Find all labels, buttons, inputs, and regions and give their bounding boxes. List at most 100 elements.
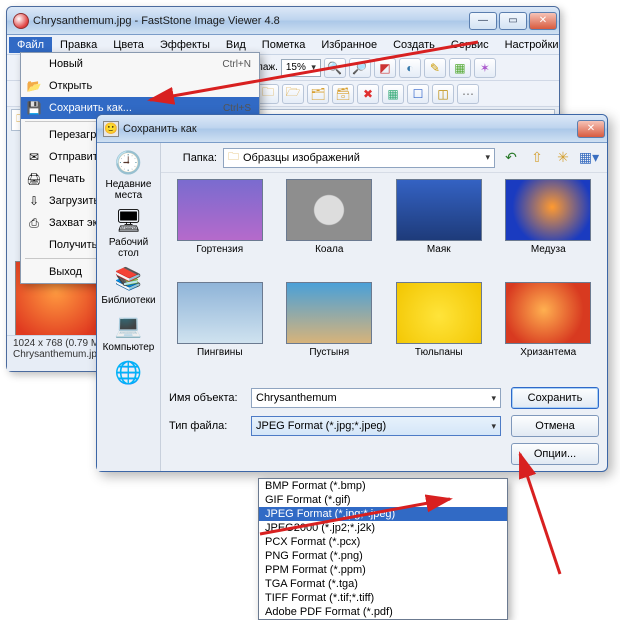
menu-file[interactable]: Файл <box>9 37 52 53</box>
gallery-item[interactable]: Маяк <box>388 179 490 278</box>
tool-icon[interactable]: ☐ <box>407 84 429 104</box>
maximize-button[interactable]: ▭ <box>499 12 527 30</box>
menu-item-icon: 📂 <box>25 78 43 94</box>
menu-item-shortcut: Ctrl+N <box>222 59 251 70</box>
menu-create[interactable]: Создать <box>385 37 443 53</box>
gallery-item[interactable]: Хризантема <box>498 282 600 381</box>
format-option[interactable]: PNG Format (*.png) <box>259 549 507 563</box>
gallery-item[interactable]: Гортензия <box>169 179 271 278</box>
thumbnail-image <box>177 179 263 241</box>
place-label: Рабочий стол <box>99 237 158 259</box>
filetype-combo[interactable]: JPEG Format (*.jpg;*.jpeg) ▾ <box>251 416 501 436</box>
thumbnail-label: Медуза <box>531 244 566 255</box>
filename-input[interactable]: Chrysanthemum ▾ <box>251 388 501 408</box>
place-icon: 🌐 <box>113 359 145 387</box>
app-icon <box>13 13 29 29</box>
zoom-in-icon[interactable]: 🔎 <box>349 58 371 78</box>
format-option[interactable]: TIFF Format (*.tif;*.tiff) <box>259 591 507 605</box>
thumbnail-image <box>286 179 372 241</box>
thumbnail-label: Тюльпаны <box>415 347 463 358</box>
gallery-item[interactable]: Тюльпаны <box>388 282 490 381</box>
filename-value: Chrysanthemum <box>256 392 337 404</box>
format-option[interactable]: JPEG2000 (*.jp2;*.j2k) <box>259 521 507 535</box>
place-label: Библиотеки <box>101 295 155 306</box>
places-item[interactable]: 📚 Библиотеки <box>101 265 155 306</box>
zoom-out-icon[interactable]: 🔍 <box>324 58 346 78</box>
tool-icon[interactable]: ✖ <box>357 84 379 104</box>
new-folder-icon[interactable]: ✳ <box>553 148 573 168</box>
back-icon[interactable]: ↶ <box>501 148 521 168</box>
tool-icon[interactable]: ✶ <box>474 58 496 78</box>
menu-item-label: Новый <box>49 58 216 70</box>
folder-combo[interactable]: 🗀 Образцы изображений ▾ <box>223 148 495 168</box>
tool-icon[interactable]: ▦ <box>449 58 471 78</box>
filetype-label: Тип файла: <box>169 420 241 432</box>
save-dialog-title: Сохранить как <box>123 123 573 135</box>
save-dialog-titlebar: 🙂 Сохранить как ✕ <box>97 115 607 143</box>
close-button[interactable]: ✕ <box>529 12 557 30</box>
menu-item-icon: 💾 <box>25 100 43 116</box>
tool-icon[interactable]: ◫ <box>432 84 454 104</box>
menu-tag[interactable]: Пометка <box>254 37 314 53</box>
folder-label: Папка: <box>169 152 217 164</box>
format-option[interactable]: JPEG Format (*.jpg;*.jpeg) <box>259 507 507 521</box>
place-label: Компьютер <box>103 342 155 353</box>
file-menu-item[interactable]: 📂Открыть <box>21 75 259 97</box>
format-option[interactable]: GIF Format (*.gif) <box>259 493 507 507</box>
menu-item-icon <box>25 127 43 143</box>
places-bar: 🕘Недавние места 🖥Рабочий стол 📚 Библиотеки 💻… <box>97 143 161 471</box>
thumbnail-image <box>286 282 372 344</box>
menu-colors[interactable]: Цвета <box>105 37 152 53</box>
places-item[interactable]: 🕘Недавние места <box>99 149 158 201</box>
places-item[interactable]: 💻 Компьютер <box>103 312 155 353</box>
menu-edit[interactable]: Правка <box>52 37 105 53</box>
menu-fav[interactable]: Избранное <box>313 37 385 53</box>
thumbnail-image <box>396 179 482 241</box>
filetype-value: JPEG Format (*.jpg;*.jpeg) <box>256 420 386 432</box>
tool-icon[interactable]: ▦ <box>382 84 404 104</box>
menu-view[interactable]: Вид <box>218 37 254 53</box>
folder-icon[interactable]: 🗀 <box>257 84 279 104</box>
folder-row: Папка: 🗀 Образцы изображений ▾ ↶ ⇧ ✳ ▦▾ <box>161 143 607 173</box>
menu-effects[interactable]: Эффекты <box>152 37 218 53</box>
folder-icon[interactable]: 🗂 <box>307 84 329 104</box>
save-button[interactable]: Сохранить <box>511 387 599 409</box>
gallery-item[interactable]: Медуза <box>498 179 600 278</box>
menu-tools[interactable]: Сервис <box>443 37 497 53</box>
tool-icon[interactable]: ◩ <box>374 58 396 78</box>
thumbnail-label: Маяк <box>427 244 451 255</box>
main-title: Chrysanthemum.jpg - FastStone Image View… <box>33 15 465 27</box>
format-option[interactable]: Adobe PDF Format (*.pdf) <box>259 605 507 619</box>
gallery-item[interactable]: Пингвины <box>169 282 271 381</box>
format-option[interactable]: BMP Format (*.bmp) <box>259 479 507 493</box>
folder-icon[interactable]: 🗁 <box>282 84 304 104</box>
caret-icon: ▾ <box>491 393 496 404</box>
menu-settings[interactable]: Настройки <box>497 37 567 53</box>
cancel-button[interactable]: Отмена <box>511 415 599 437</box>
place-icon: 💻 <box>112 312 144 340</box>
file-menu-item[interactable]: Новый Ctrl+N <box>21 53 259 75</box>
options-button[interactable]: Опции... <box>511 443 599 465</box>
folder-value: Образцы изображений <box>243 152 360 164</box>
gallery-item[interactable]: Пустыня <box>279 282 381 381</box>
folder-icon: 🗀 <box>228 148 239 167</box>
tool-icon[interactable]: ◐ <box>399 58 421 78</box>
minimize-button[interactable]: — <box>469 12 497 30</box>
place-icon: 📚 <box>113 265 145 293</box>
menu-item-icon: 🖨 <box>25 171 43 187</box>
zoom-value: 15% <box>286 62 306 73</box>
save-dialog-close-button[interactable]: ✕ <box>577 120 605 138</box>
tool-icon[interactable]: ✎ <box>424 58 446 78</box>
view-mode-icon[interactable]: ▦▾ <box>579 148 599 168</box>
up-icon[interactable]: ⇧ <box>527 148 547 168</box>
places-item[interactable]: 🌐 <box>113 359 145 389</box>
zoom-combo[interactable]: 15% ▾ <box>281 59 321 77</box>
gallery-item[interactable]: Коала <box>279 179 381 278</box>
tool-icon[interactable]: ⋯ <box>457 84 479 104</box>
thumbnail-label: Коала <box>315 244 343 255</box>
format-option[interactable]: PPM Format (*.ppm) <box>259 563 507 577</box>
places-item[interactable]: 🖥Рабочий стол <box>99 207 158 259</box>
format-option[interactable]: TGA Format (*.tga) <box>259 577 507 591</box>
folder-icon[interactable]: 🗃 <box>332 84 354 104</box>
format-option[interactable]: PCX Format (*.pcx) <box>259 535 507 549</box>
